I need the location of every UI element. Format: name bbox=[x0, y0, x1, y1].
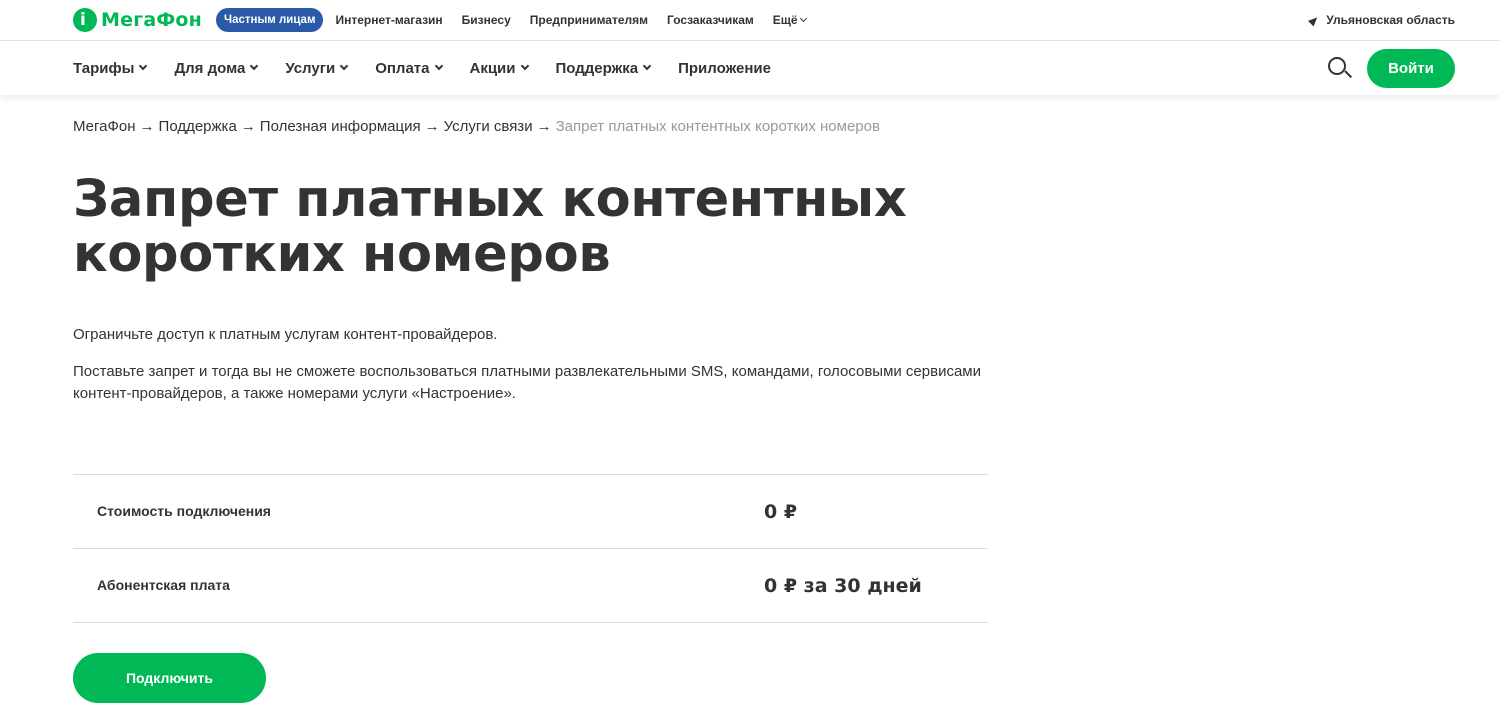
nav-item-support[interactable]: Поддержка bbox=[555, 59, 652, 77]
price-value: 0 ₽ bbox=[764, 501, 798, 523]
segment-more[interactable]: Ещё bbox=[772, 8, 807, 32]
nav-item-services[interactable]: Услуги bbox=[285, 59, 349, 77]
chevron-down-icon bbox=[339, 61, 349, 71]
breadcrumb-separator: → bbox=[424, 118, 440, 135]
chevron-down-icon bbox=[520, 61, 529, 71]
breadcrumb-separator: → bbox=[240, 118, 256, 135]
page-description-line1: Поставьте запрет и тогда вы не сможете в… bbox=[73, 363, 981, 380]
nav-item-label: Тарифы bbox=[73, 59, 135, 77]
nav-item-promotions[interactable]: Акции bbox=[469, 59, 529, 77]
price-row-subscription: Абонентская плата 0 ₽ за 30 дней bbox=[73, 549, 988, 623]
logo-text: МегаФон bbox=[101, 9, 202, 31]
login-button[interactable]: Войти bbox=[1367, 49, 1455, 88]
segment-business[interactable]: Бизнесу bbox=[462, 8, 511, 32]
page-title-line1: Запрет платных контентных bbox=[73, 170, 907, 229]
price-value: 0 ₽ за 30 дней bbox=[764, 575, 922, 597]
price-label: Стоимость подключения bbox=[97, 503, 271, 519]
breadcrumb-separator: → bbox=[139, 118, 155, 135]
nav-item-payment[interactable]: Оплата bbox=[375, 59, 443, 77]
logo-icon: i bbox=[73, 8, 97, 32]
price-label: Абонентская плата bbox=[97, 577, 230, 593]
nav-item-label: Акции bbox=[469, 59, 516, 77]
segment-nav: Частным лицам Интернет-магазин Бизнесу П… bbox=[216, 8, 825, 32]
main-menu: Тарифы Для дома Услуги Оплата Акции Подд… bbox=[73, 41, 799, 95]
chevron-down-icon bbox=[642, 61, 652, 71]
nav-item-label: Для дома bbox=[174, 59, 246, 77]
segment-government[interactable]: Госзаказчикам bbox=[667, 8, 754, 32]
segment-more-label: Ещё bbox=[772, 13, 798, 27]
chevron-down-icon bbox=[139, 61, 148, 71]
nav-item-label: Приложение bbox=[678, 59, 771, 77]
nav-item-app[interactable]: Приложение bbox=[678, 60, 771, 77]
top-bar: i МегаФон Частным лицам Интернет-магазин… bbox=[0, 0, 1500, 41]
nav-item-label: Оплата bbox=[375, 59, 430, 77]
breadcrumb-link-megafon[interactable]: МегаФон bbox=[73, 118, 136, 135]
page-description-line2: контент-провайдеров, а также номерами ус… bbox=[73, 385, 516, 402]
breadcrumb-current: Запрет платных контентных коротких номер… bbox=[555, 118, 880, 135]
nav-item-home[interactable]: Для дома bbox=[174, 59, 259, 77]
chevron-down-icon bbox=[250, 61, 259, 71]
page-description: Поставьте запрет и тогда вы не сможете в… bbox=[73, 361, 993, 405]
segment-entrepreneurs[interactable]: Предпринимателям bbox=[530, 8, 648, 32]
price-row-connection: Стоимость подключения 0 ₽ bbox=[73, 475, 988, 549]
segment-private[interactable]: Частным лицам bbox=[216, 8, 324, 32]
chevron-down-icon bbox=[799, 14, 807, 23]
page-lead: Ограничьте доступ к платным услугам конт… bbox=[73, 326, 498, 343]
nav-item-tariffs[interactable]: Тарифы bbox=[73, 59, 148, 77]
breadcrumb: МегаФон → Поддержка → Полезная информация → Ус… bbox=[73, 118, 880, 135]
breadcrumb-separator: → bbox=[536, 118, 552, 135]
search-button[interactable] bbox=[1327, 56, 1353, 80]
nav-item-label: Услуги bbox=[285, 59, 336, 77]
region-label: Ульяновская область bbox=[1326, 13, 1455, 27]
breadcrumb-link-useful-info[interactable]: Полезная информация bbox=[260, 118, 421, 135]
megafon-logo[interactable]: i МегаФон bbox=[73, 8, 202, 32]
nav-item-label: Поддержка bbox=[555, 59, 639, 77]
page-title-line2: коротких номеров bbox=[73, 225, 611, 284]
price-table: Стоимость подключения 0 ₽ Абонентская пл… bbox=[73, 474, 988, 623]
breadcrumb-link-support[interactable]: Поддержка bbox=[159, 118, 237, 135]
page-title: Запрет платных контентных коротких номер… bbox=[73, 172, 973, 282]
location-arrow-icon bbox=[1308, 13, 1321, 27]
chevron-down-icon bbox=[434, 61, 443, 71]
main-nav: Тарифы Для дома Услуги Оплата Акции Подд… bbox=[0, 41, 1500, 95]
segment-shop[interactable]: Интернет-магазин bbox=[335, 8, 442, 32]
breadcrumb-link-communication-services[interactable]: Услуги связи bbox=[444, 118, 533, 135]
connect-button[interactable]: Подключить bbox=[73, 653, 266, 703]
region-selector[interactable]: Ульяновская область bbox=[1308, 8, 1455, 32]
